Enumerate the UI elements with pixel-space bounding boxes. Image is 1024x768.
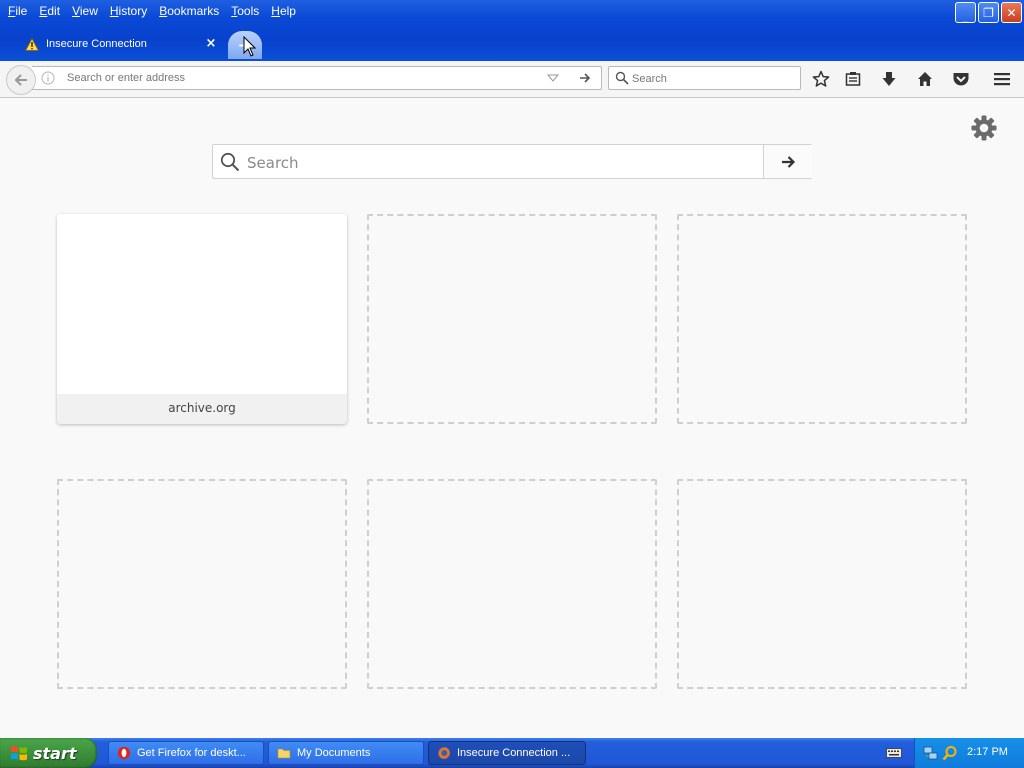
- open-menu-button[interactable]: [991, 68, 1013, 90]
- dropdown-arrow-icon[interactable]: [547, 73, 559, 83]
- arrow-right-icon: [782, 155, 796, 168]
- opera-icon: [117, 746, 131, 760]
- network-icon[interactable]: [923, 745, 939, 761]
- empty-tile-slot: [677, 214, 967, 424]
- folder-icon: [277, 748, 291, 759]
- minimize-button[interactable]: _: [955, 2, 976, 23]
- downloads-button[interactable]: [878, 68, 900, 90]
- gear-icon[interactable]: [970, 114, 998, 142]
- menu-history[interactable]: History: [104, 2, 153, 20]
- search-bar[interactable]: [608, 66, 801, 90]
- pocket-button[interactable]: [950, 68, 972, 90]
- windows-logo-icon: [11, 746, 27, 761]
- bookmark-star-button[interactable]: [810, 68, 832, 90]
- menu-bar: File Edit View History Bookmarks Tools H…: [2, 2, 302, 20]
- taskbar-item-insecure-connection[interactable]: Insecure Connection ...: [428, 741, 586, 765]
- minimize-icon: _: [962, 8, 969, 23]
- menu-file[interactable]: File: [2, 2, 33, 20]
- taskbar-item-my-documents[interactable]: My Documents: [268, 741, 424, 765]
- home-icon: [918, 72, 932, 86]
- navigation-toolbar: [0, 61, 1024, 98]
- restore-icon: ❐: [983, 5, 994, 20]
- pocket-icon: [953, 73, 969, 86]
- back-button[interactable]: [6, 65, 36, 95]
- empty-tile-slot: [367, 479, 657, 689]
- window-titlebar: File Edit View History Bookmarks Tools H…: [0, 0, 1024, 61]
- start-button[interactable]: start: [0, 738, 97, 768]
- go-arrow-icon[interactable]: [578, 71, 592, 85]
- menu-bookmarks[interactable]: Bookmarks: [153, 2, 225, 20]
- mouse-cursor-icon: [243, 36, 257, 57]
- tab-close-button[interactable]: ×: [204, 36, 218, 51]
- menu-edit[interactable]: Edit: [33, 2, 66, 20]
- close-window-button[interactable]: ✕: [1001, 2, 1022, 23]
- restore-button[interactable]: ❐: [978, 2, 999, 23]
- tile-thumbnail: [57, 214, 347, 394]
- newtab-search-box[interactable]: [212, 144, 812, 179]
- tab-title: Insecure Connection: [46, 38, 147, 50]
- search-icon: [615, 71, 629, 85]
- firefox-icon: [437, 746, 451, 760]
- menu-help[interactable]: Help: [265, 2, 302, 20]
- empty-tile-slot: [57, 479, 347, 689]
- tile-label: archive.org: [57, 394, 347, 424]
- keyboard-icon[interactable]: [886, 747, 902, 759]
- newtab-search-input[interactable]: [247, 153, 757, 173]
- menu-tools[interactable]: Tools: [225, 2, 265, 20]
- close-icon: ✕: [1006, 5, 1017, 20]
- menu-view[interactable]: View: [66, 2, 104, 20]
- address-bar[interactable]: [32, 66, 602, 90]
- clock: 2:17 PM: [967, 746, 1008, 758]
- hamburger-menu-icon: [994, 73, 1010, 86]
- taskbar-item-label: Get Firefox for deskt...: [137, 747, 246, 759]
- top-site-tile[interactable]: archive.org: [57, 214, 347, 424]
- tab-insecure-connection[interactable]: Insecure Connection ×: [8, 29, 224, 59]
- url-input[interactable]: [67, 70, 537, 86]
- search-input[interactable]: [632, 71, 792, 86]
- home-button[interactable]: [914, 68, 936, 90]
- start-label: start: [33, 743, 77, 763]
- empty-tile-slot: [677, 479, 967, 689]
- bookmarks-menu-button[interactable]: [842, 68, 864, 90]
- taskbar-item-get-firefox[interactable]: Get Firefox for deskt...: [108, 741, 264, 765]
- system-tray: 2:17 PM: [914, 738, 1024, 768]
- star-icon: [812, 70, 830, 87]
- download-arrow-icon: [882, 72, 896, 86]
- info-icon[interactable]: [41, 71, 55, 85]
- taskbar: start Get Firefox for deskt... My Docume…: [0, 738, 1024, 768]
- taskbar-item-label: My Documents: [297, 747, 371, 759]
- warning-icon: [25, 37, 39, 51]
- search-icon[interactable]: [942, 745, 958, 761]
- empty-tile-slot: [367, 214, 657, 424]
- search-icon: [220, 152, 240, 172]
- bookmarks-list-icon: [845, 72, 861, 86]
- newtab-search-go-button[interactable]: [763, 145, 812, 178]
- taskbar-item-label: Insecure Connection ...: [457, 747, 571, 759]
- back-arrow-icon: [14, 74, 27, 86]
